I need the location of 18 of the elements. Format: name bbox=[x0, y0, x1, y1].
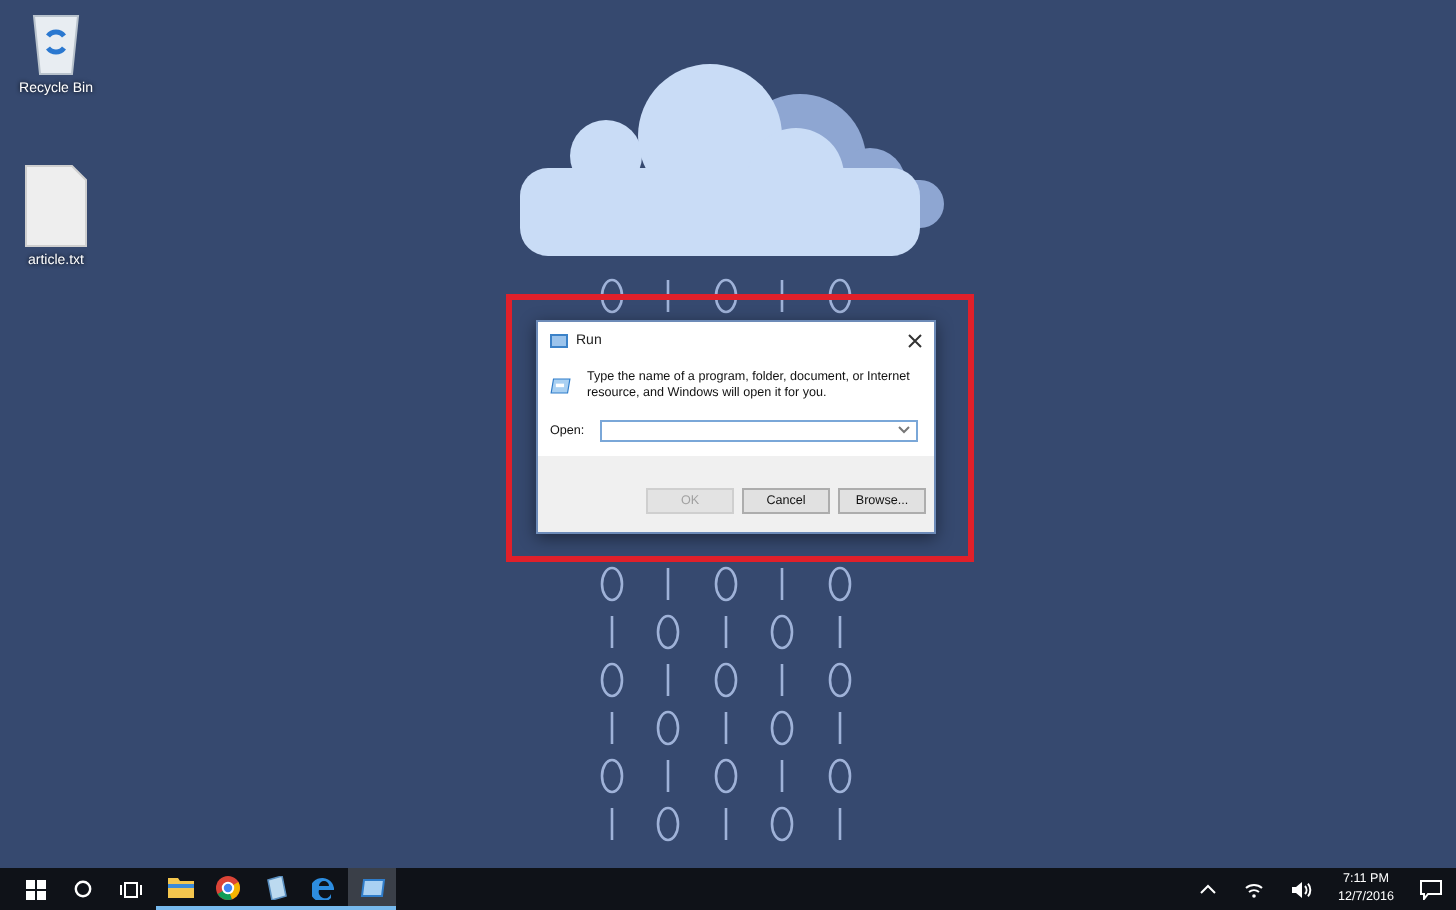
taskbar-app-button[interactable] bbox=[348, 868, 396, 910]
notepad-icon[interactable] bbox=[265, 875, 287, 899]
browser-icon[interactable] bbox=[216, 875, 240, 899]
run-icon[interactable] bbox=[359, 877, 385, 897]
dropdown-caret-icon[interactable] bbox=[898, 426, 910, 435]
task-view-icon[interactable] bbox=[120, 881, 142, 897]
windows-start-icon[interactable] bbox=[26, 879, 46, 899]
open-field[interactable] bbox=[600, 419, 918, 442]
caret-icon[interactable] bbox=[1199, 884, 1216, 894]
notification-icon[interactable] bbox=[1420, 879, 1442, 899]
run-icon bbox=[550, 333, 568, 347]
document-icon[interactable] bbox=[24, 164, 88, 248]
wifi-icon[interactable] bbox=[1243, 881, 1264, 897]
folder-icon[interactable] bbox=[167, 876, 193, 898]
browser-e-icon[interactable] bbox=[312, 875, 336, 899]
search-icon[interactable] bbox=[74, 880, 92, 898]
close-icon[interactable] bbox=[908, 333, 922, 347]
volume-icon[interactable] bbox=[1291, 881, 1312, 897]
